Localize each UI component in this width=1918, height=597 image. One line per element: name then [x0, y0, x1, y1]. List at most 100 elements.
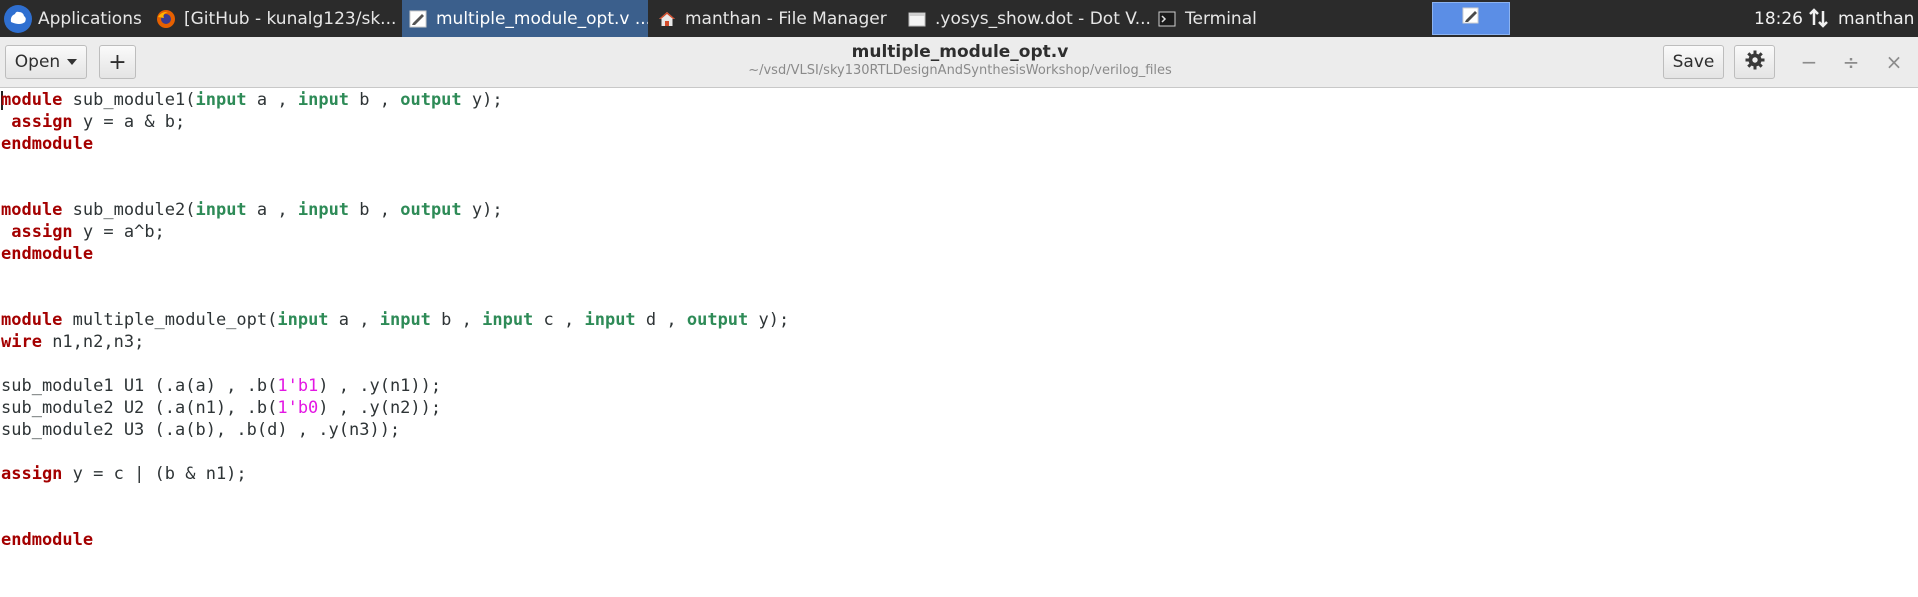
title-block: multiple_module_opt.v ~/vsd/VLSI/sky130R… — [620, 42, 1300, 80]
keyword: endmodule — [1, 244, 94, 264]
code-text: sub_module2( — [62, 200, 196, 220]
task-label: .yosys_show.dot - Dot V... — [935, 8, 1151, 29]
document-title: multiple_module_opt.v — [851, 42, 1069, 62]
home-folder-icon — [657, 9, 677, 29]
number-literal: 1'b0 — [277, 398, 319, 418]
code-text: sub_module1 U1 (.a(a) , .b( — [1, 376, 278, 396]
task-github-firefox[interactable]: [GitHub - kunalg123/sk... — [152, 0, 397, 37]
code-text: c , — [533, 310, 585, 330]
task-text-editor[interactable]: multiple_module_opt.v ... — [402, 0, 648, 37]
editor-header-bar: Open + multiple_module_opt.v ~/vsd/VLSI/… — [0, 37, 1918, 88]
menu-button[interactable] — [1734, 45, 1775, 79]
chevron-down-icon — [67, 59, 78, 65]
number-literal: 1'b1 — [277, 376, 319, 396]
keyword: endmodule — [1, 530, 94, 550]
keyword: module — [1, 90, 63, 110]
network-arrows-icon[interactable] — [1808, 7, 1830, 29]
xfce-logo-icon — [4, 4, 32, 33]
keyword: endmodule — [1, 134, 94, 154]
keyword: output — [686, 310, 749, 330]
keyword: input — [195, 90, 247, 110]
keyword: output — [400, 200, 462, 220]
code-text: a , — [246, 90, 298, 110]
code-text: b , — [349, 200, 401, 220]
taskbar: Applications [GitHub - kunalg123/sk... m… — [0, 0, 1918, 37]
code-text: b , — [349, 90, 401, 110]
keyword: assign — [11, 222, 73, 242]
user-menu[interactable]: manthan — [1838, 0, 1914, 37]
keyword: wire — [1, 332, 42, 352]
code-text: n1,n2,n3; — [41, 332, 145, 352]
applications-label: Applications — [38, 8, 142, 29]
save-button[interactable]: Save — [1663, 45, 1724, 79]
keyword: module — [1, 310, 63, 330]
keyword: input — [297, 90, 350, 110]
keyword: input — [482, 310, 534, 330]
document-path: ~/vsd/VLSI/sky130RTLDesignAndSynthesisWo… — [748, 63, 1172, 78]
code-line[interactable]: wire n1,n2,n3; — [1, 331, 144, 353]
keyword: input — [277, 310, 329, 330]
code-line[interactable]: endmodule — [1, 133, 93, 155]
minimize-button[interactable]: − — [1794, 47, 1824, 77]
task-dot-viewer[interactable]: .yosys_show.dot - Dot V... — [903, 0, 1153, 37]
code-line[interactable]: endmodule — [1, 243, 93, 265]
code-text: y); — [461, 90, 503, 110]
code-text: sub_module2 U2 (.a(n1), .b( — [1, 398, 278, 418]
code-line[interactable]: assign y = c | (b & n1); — [1, 463, 247, 485]
code-line[interactable]: assign y = a^b; — [1, 221, 165, 243]
clock[interactable]: 18:26 — [1754, 0, 1803, 37]
keyword: input — [379, 310, 431, 330]
code-text: ) , .y(n1)); — [318, 376, 442, 396]
task-label: manthan - File Manager — [685, 8, 887, 29]
keyword: module — [1, 200, 63, 220]
code-text: sub_module2 U3 (.a(b), .b(d) , .y(n3)); — [1, 420, 401, 440]
keyword: input — [195, 200, 247, 220]
task-label: [GitHub - kunalg123/sk... — [184, 8, 397, 29]
keyword: input — [297, 200, 350, 220]
code-editor-area[interactable]: module sub_module1(input a , input b , o… — [0, 89, 1918, 597]
save-label: Save — [1672, 52, 1715, 72]
terminal-icon — [1157, 9, 1177, 29]
applications-menu[interactable]: Applications — [0, 0, 145, 37]
maximize-button[interactable]: ÷ — [1836, 47, 1866, 77]
task-label: Terminal — [1185, 8, 1257, 29]
firefox-icon — [156, 9, 176, 29]
keyword: assign — [1, 464, 63, 484]
new-tab-button[interactable]: + — [99, 45, 136, 79]
task-terminal[interactable]: Terminal — [1153, 0, 1293, 37]
text-editor-icon — [1461, 6, 1481, 31]
code-text: y); — [461, 200, 503, 220]
code-line[interactable]: sub_module1 U1 (.a(a) , .b(1'b1) , .y(n1… — [1, 375, 441, 397]
open-label: Open — [14, 52, 61, 72]
code-text: a , — [328, 310, 380, 330]
keyword: assign — [11, 112, 73, 132]
code-line[interactable]: module multiple_module_opt(input a , inp… — [1, 309, 789, 331]
code-line[interactable]: sub_module2 U2 (.a(n1), .b(1'b0) , .y(n2… — [1, 397, 441, 419]
gear-icon — [1745, 50, 1765, 75]
keyword: output — [400, 90, 462, 110]
code-text: y); — [748, 310, 790, 330]
code-line[interactable]: module sub_module2(input a , input b , o… — [1, 199, 503, 221]
code-text: sub_module1( — [62, 90, 196, 110]
code-text: multiple_module_opt( — [62, 310, 278, 330]
plus-icon: + — [108, 49, 127, 75]
task-file-manager[interactable]: manthan - File Manager — [653, 0, 895, 37]
window-icon — [907, 9, 927, 29]
code-text: y = a & b; — [72, 112, 186, 132]
open-button[interactable]: Open — [5, 45, 87, 79]
close-button[interactable]: × — [1879, 47, 1909, 77]
workspace-switcher-button[interactable] — [1432, 2, 1510, 35]
code-text: b , — [430, 310, 483, 330]
code-text: a , — [246, 200, 298, 220]
code-line[interactable]: assign y = a & b; — [1, 111, 185, 133]
code-text: d , — [635, 310, 687, 330]
task-label: multiple_module_opt.v ... — [436, 8, 648, 29]
code-line[interactable]: module sub_module1(input a , input b , o… — [1, 89, 503, 111]
code-line[interactable]: sub_module2 U3 (.a(b), .b(d) , .y(n3)); — [1, 419, 400, 441]
keyword: input — [584, 310, 636, 330]
text-editor-icon — [408, 9, 428, 29]
code-text: y = c | (b & n1); — [62, 464, 247, 484]
code-line[interactable]: endmodule — [1, 529, 93, 551]
